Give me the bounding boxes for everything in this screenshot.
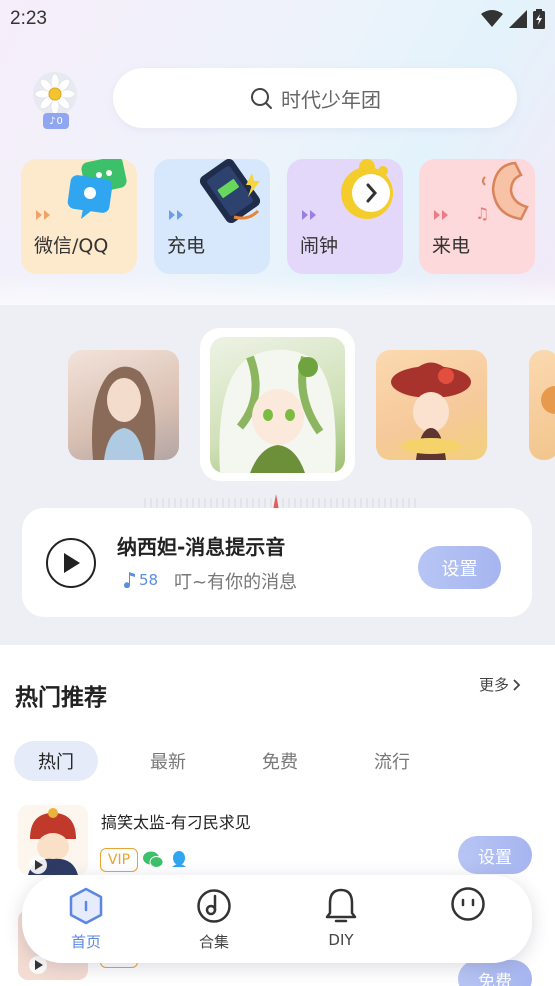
nav-diy[interactable]: DIY: [301, 887, 381, 949]
tab-hot[interactable]: 热门: [14, 741, 98, 781]
music-note-icon: ♪: [49, 115, 56, 127]
nav-label: 首页: [70, 933, 101, 951]
carousel-thumb-girl[interactable]: [68, 350, 179, 460]
song-row[interactable]: 搞笑太监-有刁民求见 VIP 设置: [0, 800, 555, 880]
play-button[interactable]: [46, 538, 96, 588]
home-hexagon-icon: [69, 887, 103, 925]
wechat-icon: [143, 851, 163, 868]
now-playing-card: 纳西妲-消息提示音 58 叮~有你的消息 设置: [22, 508, 532, 617]
carousel-thumb-hutao[interactable]: [376, 350, 487, 460]
battery-icon: [533, 9, 545, 29]
play-icon: [64, 553, 80, 573]
status-icons: [481, 9, 545, 29]
chibi-character-illustration-icon: [391, 362, 471, 460]
smiley-face-icon: [451, 887, 485, 921]
nav-collection[interactable]: 合集: [174, 887, 254, 952]
music-note-icon: [124, 572, 135, 588]
category-incoming-call[interactable]: ♫ 来电: [419, 159, 535, 274]
category-alarm[interactable]: 闹钟: [287, 159, 403, 274]
carousel-thumb-partial[interactable]: [529, 350, 555, 460]
category-label: 来电: [432, 235, 471, 257]
play-dots-icon: [169, 210, 185, 220]
song-name: 搞笑太监-有刁民求见: [101, 813, 251, 832]
more-link[interactable]: 更多: [479, 674, 521, 695]
play-dots-icon: [36, 210, 52, 220]
music-disc-icon: [197, 889, 231, 923]
music-count-badge: ♪ 0: [43, 113, 69, 129]
nav-profile[interactable]: [428, 887, 508, 931]
tab-latest[interactable]: 最新: [140, 741, 196, 781]
music-count: 0: [56, 115, 63, 127]
svg-text:♫: ♫: [475, 204, 489, 223]
chat-bubbles-icon: [67, 159, 127, 219]
play-dots-icon: [434, 210, 450, 220]
character-illustration-icon: [541, 386, 555, 414]
song-description: 叮~有你的消息: [174, 572, 298, 593]
signal-icon: [509, 10, 527, 28]
nav-label: DIY: [328, 931, 354, 949]
carousel-thumb-nahida[interactable]: [210, 337, 345, 473]
category-label: 闹钟: [300, 235, 339, 257]
category-charging[interactable]: 充电: [154, 159, 270, 274]
set-ringtone-button[interactable]: 设置: [418, 546, 501, 589]
search-placeholder: 时代少年团: [281, 87, 381, 112]
category-wechat-qq[interactable]: 微信/QQ: [21, 159, 137, 274]
status-bar: 2:23: [0, 0, 555, 38]
anime-character-illustration-icon: [219, 349, 336, 473]
nav-home[interactable]: 首页: [46, 887, 126, 952]
bell-icon: [325, 888, 357, 923]
search-icon: [251, 88, 272, 109]
daisy-avatar-icon: [35, 74, 75, 114]
tab-free[interactable]: 免费: [252, 741, 308, 781]
chevron-right-icon: [513, 678, 521, 691]
song-title: 纳西妲-消息提示音: [117, 535, 286, 559]
portrait-illustration-icon: [92, 366, 156, 460]
free-button[interactable]: 免费: [458, 960, 532, 986]
section-title: 热门推荐: [15, 685, 107, 711]
category-label: 微信/QQ: [34, 235, 109, 257]
tab-popular[interactable]: 流行: [364, 741, 420, 781]
user-avatar[interactable]: [33, 72, 77, 116]
song-thumb: [18, 805, 88, 875]
category-label: 充电: [167, 235, 206, 257]
play-count-value: 58: [139, 571, 159, 589]
qq-icon: [172, 851, 186, 867]
status-time: 2:23: [10, 8, 47, 29]
alarm-clock-icon: [341, 159, 393, 219]
search-bar[interactable]: 时代少年团: [113, 68, 517, 128]
wifi-icon: [481, 10, 503, 27]
phone-charging-icon: [199, 159, 261, 224]
nav-label: 合集: [198, 933, 229, 951]
telephone-handset-icon: ♫: [475, 161, 529, 223]
play-dots-icon: [302, 210, 318, 220]
set-ringtone-button[interactable]: 设置: [458, 836, 532, 874]
play-count: 58: [124, 571, 158, 589]
eunuch-cartoon-icon: [28, 808, 78, 875]
more-label: 更多: [479, 676, 510, 694]
vip-badge: VIP: [100, 848, 138, 872]
bottom-navigation: 首页 合集 DIY: [22, 875, 532, 963]
